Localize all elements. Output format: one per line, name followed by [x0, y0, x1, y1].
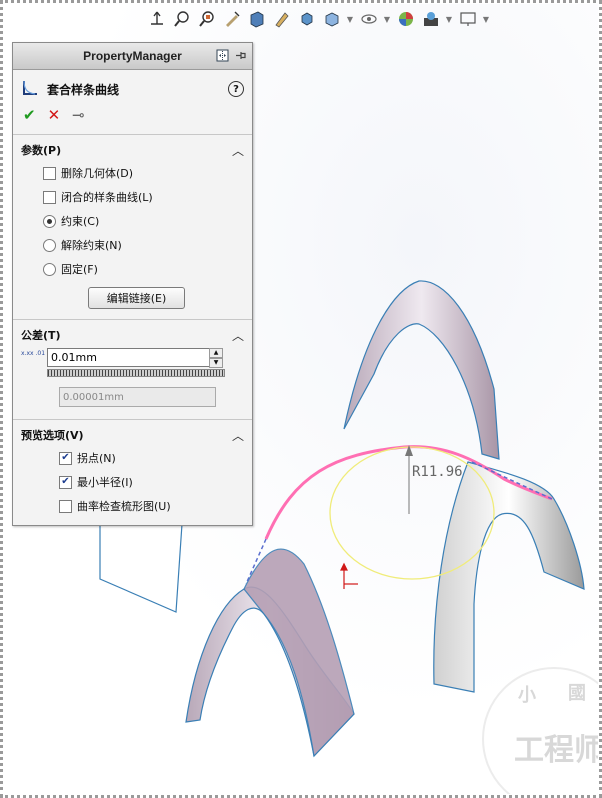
panel-layout-icon[interactable] — [215, 48, 230, 63]
tolerance-input[interactable] — [47, 348, 213, 367]
edit-appearance-icon[interactable] — [395, 9, 416, 30]
view-settings-icon[interactable] — [457, 9, 478, 30]
property-manager-panel: PropertyManager 套合样条曲线 ? ✔ ✕ ⊸ 参数(P) ︿ 删… — [12, 42, 253, 526]
chevron-up-icon[interactable]: ︿ — [232, 142, 244, 159]
fixed-radio[interactable] — [43, 262, 56, 276]
hide-show-icon[interactable] — [358, 9, 379, 30]
surface-bottom-arch-front[interactable] — [243, 548, 355, 758]
params-section: 参数(P) ︿ 删除几何体(D) 闭合的样条曲线(L) 约束(C) 解除约束(N… — [13, 134, 252, 309]
watermark-text: 工程师 — [514, 733, 598, 768]
curvature-comb-option[interactable]: 曲率检查梳形图(U) — [13, 494, 252, 518]
inflection-checkbox[interactable]: ✔ — [59, 451, 72, 465]
watermark-char-2: 國 — [568, 683, 586, 704]
heads-up-toolbar: ▼ ▼ ▼ ▼ — [146, 7, 490, 31]
tolerance-slider[interactable] — [47, 369, 225, 377]
help-icon[interactable]: ? — [228, 81, 244, 97]
min-radius-checkbox[interactable]: ✔ — [59, 475, 72, 489]
spin-up-icon[interactable]: ▲ — [209, 348, 223, 358]
watermark-char: 小 — [518, 685, 536, 706]
preview-section: 预览选项(V) ︿ ✔ 拐点(N) ✔ 最小半径(I) 曲率检查梳形图(U) — [13, 419, 252, 518]
radius-dimension-label[interactable]: R11.96 — [412, 464, 463, 480]
cancel-x-icon[interactable]: ✕ — [48, 106, 61, 124]
unconstrained-label: 解除约束(N) — [61, 239, 122, 252]
constrained-radio[interactable] — [43, 214, 56, 228]
tolerance-section: 公差(T) ︿ x.xx .01 ▲▼ 0.00001mm — [13, 319, 252, 407]
view-orientation-icon[interactable] — [296, 9, 317, 30]
fixed-label: 固定(F) — [61, 263, 98, 276]
zoom-area-icon[interactable] — [196, 9, 217, 30]
delete-geometry-option[interactable]: 删除几何体(D) — [13, 161, 252, 185]
delete-geometry-checkbox[interactable] — [43, 166, 56, 180]
action-buttons: ✔ ✕ ⊸ — [13, 102, 252, 128]
chevron-down-icon-3[interactable]: ▼ — [445, 9, 453, 30]
tolerance-section-header[interactable]: 公差(T) ︿ — [13, 324, 252, 346]
tolerance-section-title: 公差(T) — [21, 329, 61, 342]
edit-link-button[interactable]: 编辑链接(E) — [88, 287, 185, 309]
display-style-icon[interactable] — [321, 9, 342, 30]
chevron-down-icon[interactable]: ▼ — [346, 9, 354, 30]
keep-visible-pin-icon[interactable]: ⊸ — [72, 106, 85, 124]
fit-spline-icon — [21, 79, 39, 100]
tolerance-icon: x.xx .01 — [21, 350, 46, 357]
origin-icon — [340, 562, 358, 589]
constrained-label: 约束(C) — [61, 215, 100, 228]
unconstrained-radio[interactable] — [43, 238, 56, 252]
property-manager-title: PropertyManager — [83, 49, 182, 63]
zoom-fit-icon[interactable] — [171, 9, 192, 30]
feature-title-row: 套合样条曲线 ? — [13, 76, 252, 102]
property-manager-header: PropertyManager — [13, 43, 252, 70]
previous-view-icon[interactable] — [221, 9, 242, 30]
chevron-down-icon-4[interactable]: ▼ — [482, 9, 490, 30]
min-radius-option[interactable]: ✔ 最小半径(I) — [13, 470, 252, 494]
apply-scene-icon[interactable] — [420, 9, 441, 30]
chevron-down-icon-2[interactable]: ▼ — [383, 9, 391, 30]
surface-right-arch[interactable] — [433, 461, 585, 693]
inflection-label: 拐点(N) — [77, 452, 116, 465]
ok-check-icon[interactable]: ✔ — [23, 106, 36, 124]
inflection-option[interactable]: ✔ 拐点(N) — [13, 446, 252, 470]
params-section-title: 参数(P) — [21, 144, 62, 157]
constrained-option[interactable]: 约束(C) — [13, 209, 252, 233]
closed-spline-label: 闭合的样条曲线(L) — [61, 191, 153, 204]
surface-left-back[interactable] — [99, 523, 183, 613]
feature-title: 套合样条曲线 — [47, 82, 120, 97]
unconstrained-option[interactable]: 解除约束(N) — [13, 233, 252, 257]
preview-section-title: 预览选项(V) — [21, 429, 84, 442]
fixed-option[interactable]: 固定(F) — [13, 257, 252, 281]
curvature-comb-label: 曲率检查梳形图(U) — [77, 500, 171, 513]
tolerance-readonly-field: 0.00001mm — [59, 387, 216, 407]
params-section-header[interactable]: 参数(P) ︿ — [13, 139, 252, 161]
closed-spline-checkbox[interactable] — [43, 190, 56, 204]
pin-icon[interactable] — [233, 48, 248, 63]
chevron-up-icon-2[interactable]: ︿ — [232, 327, 244, 344]
dynamic-annotation-icon[interactable] — [271, 9, 292, 30]
tolerance-spinbox[interactable]: ▲▼ — [47, 348, 223, 368]
spin-down-icon[interactable]: ▼ — [209, 358, 223, 368]
curvature-comb-checkbox[interactable] — [59, 499, 72, 513]
chevron-up-icon-3[interactable]: ︿ — [232, 427, 244, 444]
section-view-icon[interactable] — [246, 9, 267, 30]
preview-section-header[interactable]: 预览选项(V) ︿ — [13, 424, 252, 446]
closed-spline-option[interactable]: 闭合的样条曲线(L) — [13, 185, 252, 209]
tolerance-row: x.xx .01 ▲▼ — [13, 346, 252, 379]
surface-top-arch[interactable] — [343, 280, 500, 460]
orient-icon[interactable] — [146, 9, 167, 30]
min-radius-label: 最小半径(I) — [77, 476, 133, 489]
delete-geometry-label: 删除几何体(D) — [61, 167, 134, 180]
